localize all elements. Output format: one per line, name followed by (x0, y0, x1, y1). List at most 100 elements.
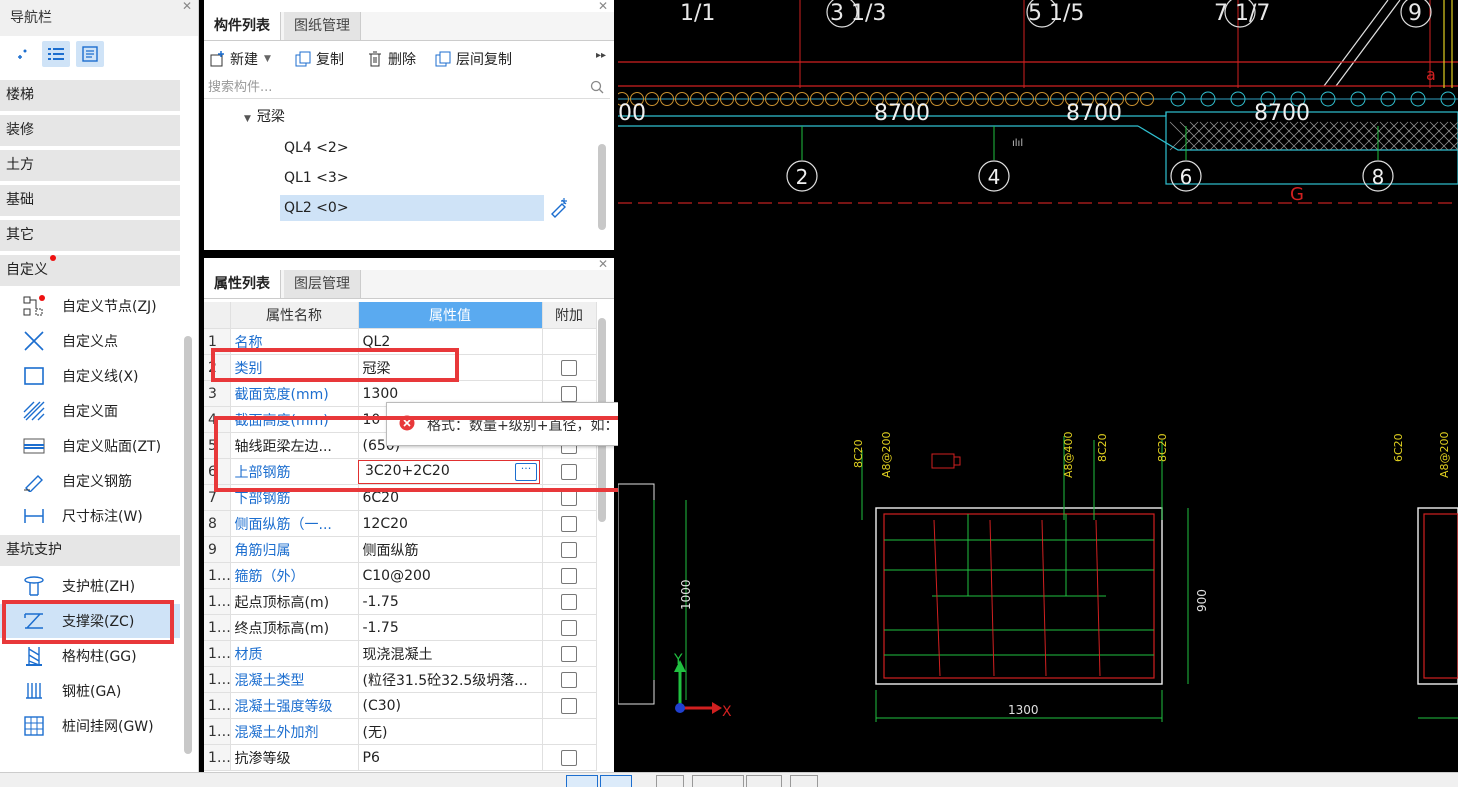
extra-checkbox[interactable] (561, 567, 577, 584)
tree-node-crown-beam[interactable]: ▼ 冠梁 (244, 104, 285, 130)
table-row[interactable]: 8 侧面纵筋（一... 12C20 (204, 510, 597, 537)
extra-checkbox[interactable] (561, 749, 577, 766)
property-value[interactable]: P6 (358, 744, 543, 771)
nav-item-custom-line[interactable]: 自定义线(X) (0, 359, 180, 393)
table-row[interactable]: 14 混凝土类型 (粒径31.5砼32.5级坍落... (204, 666, 597, 693)
tab-drawing-management[interactable]: 图纸管理 (284, 12, 361, 40)
nav-item-custom-veneer[interactable]: 自定义贴面(ZT) (0, 429, 180, 463)
nav-category-earthwork[interactable]: 土方 (0, 150, 180, 181)
dimension-icon (20, 504, 48, 528)
nav-item-label: 钢桩(GA) (62, 684, 122, 700)
property-value[interactable]: (C30) (358, 692, 543, 719)
component-list-panel: ✕ 构件列表 图纸管理 新建 ▼ 复制 删除 层间复制 ▸▸ 搜索构件... ▼… (204, 0, 614, 250)
custom-rebar-icon (20, 469, 48, 493)
table-row[interactable]: 17 抗渗等级 P6 (204, 744, 597, 771)
nav-item-custom-rebar[interactable]: 自定义钢筋 (0, 464, 180, 498)
extra-checkbox[interactable] (561, 593, 577, 610)
navigation-panel: 导航栏 ✕ 楼梯 装修 土方 基础 其它 自定义 自定义节点(ZJ) 自定义点 … (0, 0, 199, 772)
extra-checkbox[interactable] (561, 671, 577, 688)
table-row[interactable]: 15 混凝土强度等级 (C30) (204, 692, 597, 719)
nav-item-steel-pile[interactable]: 钢桩(GA) (0, 674, 180, 708)
property-value[interactable]: (无) (358, 718, 543, 745)
tab-component-list[interactable]: 构件列表 (204, 12, 281, 40)
status-toggle[interactable] (600, 775, 632, 787)
status-toggle[interactable] (656, 775, 684, 787)
status-toggle[interactable] (566, 775, 598, 787)
highlight-box-category (211, 348, 459, 382)
status-toggle[interactable] (790, 775, 818, 787)
nav-category-stairs[interactable]: 楼梯 (0, 80, 180, 111)
add-icon[interactable] (8, 41, 36, 67)
row-index: 17 (204, 744, 231, 771)
nav-category-foundation[interactable]: 基础 (0, 185, 180, 216)
nav-item-support-pile[interactable]: 支护桩(ZH) (0, 569, 180, 603)
list-view-icon[interactable] (42, 41, 70, 67)
table-row[interactable]: 13 材质 现浇混凝土 (204, 640, 597, 667)
row-index: 10 (204, 562, 231, 589)
rebar-label: A8@200 (1438, 431, 1451, 478)
cad-canvas[interactable]: 1/1 3 1/3 5 1/5 7 1/7 9 a 8700 8700 8700… (618, 0, 1458, 772)
nav-scrollbar[interactable] (184, 336, 192, 754)
dimension-label: 8700 (874, 101, 930, 126)
row-index: 13 (204, 640, 231, 667)
custom-face-icon (20, 399, 48, 423)
nav-category-other[interactable]: 其它 (0, 220, 180, 251)
detail-view-icon[interactable] (76, 41, 104, 67)
tree-item-ql2[interactable]: QL2 <0> (280, 195, 544, 221)
extra-checkbox[interactable] (561, 385, 577, 402)
close-icon[interactable]: ✕ (598, 258, 608, 270)
extra-checkbox[interactable] (561, 541, 577, 558)
property-value[interactable]: -1.75 (358, 614, 543, 641)
extra-checkbox[interactable] (561, 515, 577, 532)
close-icon[interactable]: ✕ (598, 0, 608, 12)
status-toggle[interactable] (746, 775, 782, 787)
table-row[interactable]: 9 角筋归属 侧面纵筋 (204, 536, 597, 563)
table-row[interactable]: 16 混凝土外加剂 (无) (204, 718, 597, 745)
nav-category-custom[interactable]: 自定义 (0, 255, 180, 286)
search-input[interactable]: 搜索构件... (204, 77, 610, 99)
nav-item-custom-node[interactable]: 自定义节点(ZJ) (0, 289, 180, 323)
custom-veneer-icon (20, 434, 48, 458)
pick-component-icon[interactable] (548, 196, 570, 222)
nav-item-custom-face[interactable]: 自定义面 (0, 394, 180, 428)
nav-category-decoration[interactable]: 装修 (0, 115, 180, 146)
property-value[interactable]: (粒径31.5砼32.5级坍落... (358, 666, 543, 693)
property-value[interactable]: -1.75 (358, 588, 543, 615)
nav-item-custom-point[interactable]: 自定义点 (0, 324, 180, 358)
nav-category-pit-support[interactable]: 基坑支护 (0, 535, 180, 566)
rebar-label: A8@200 (880, 431, 893, 478)
extra-checkbox[interactable] (561, 645, 577, 662)
component-scrollbar[interactable] (598, 144, 606, 230)
status-toggle[interactable] (692, 775, 744, 787)
property-value[interactable]: 12C20 (358, 510, 543, 537)
table-row[interactable]: 11 起点顶标高(m) -1.75 (204, 588, 597, 615)
delete-button[interactable]: 删除 (366, 48, 416, 70)
floor-copy-button[interactable]: 层间复制 (434, 48, 512, 70)
nav-item-label: 自定义线(X) (62, 369, 139, 385)
tab-layer-management[interactable]: 图层管理 (284, 270, 361, 298)
dimension-label: 8700 (1066, 101, 1122, 126)
close-icon[interactable]: ✕ (182, 0, 192, 12)
extra-checkbox[interactable] (561, 697, 577, 714)
tree-item-ql1[interactable]: QL1 <3> (280, 165, 353, 191)
axis-circle-label: 2 (796, 165, 809, 189)
property-name: 截面宽度(mm) (230, 380, 359, 407)
nav-item-lattice-column[interactable]: 格构柱(GG) (0, 639, 180, 673)
extra-checkbox[interactable] (561, 359, 577, 376)
copy-button[interactable]: 复制 (294, 48, 344, 70)
more-icon[interactable]: ▸▸ (596, 50, 606, 61)
search-icon[interactable] (590, 80, 604, 98)
nav-item-dimension[interactable]: 尺寸标注(W) (0, 499, 180, 533)
new-button[interactable]: 新建 ▼ (208, 48, 271, 70)
table-row[interactable]: 12 终点顶标高(m) -1.75 (204, 614, 597, 641)
tree-item-ql4[interactable]: QL4 <2> (280, 135, 353, 161)
extra-checkbox[interactable] (561, 619, 577, 636)
tab-property-list[interactable]: 属性列表 (204, 270, 281, 298)
collapse-icon[interactable]: ▼ (244, 114, 251, 124)
property-value[interactable]: 侧面纵筋 (358, 536, 543, 563)
table-row[interactable]: 10 箍筋（外） C10@200 (204, 562, 597, 589)
property-value[interactable]: 现浇混凝土 (358, 640, 543, 667)
chevron-down-icon[interactable]: ▼ (264, 54, 271, 64)
property-value[interactable]: C10@200 (358, 562, 543, 589)
nav-item-pile-net[interactable]: 桩间挂网(GW) (0, 709, 180, 743)
